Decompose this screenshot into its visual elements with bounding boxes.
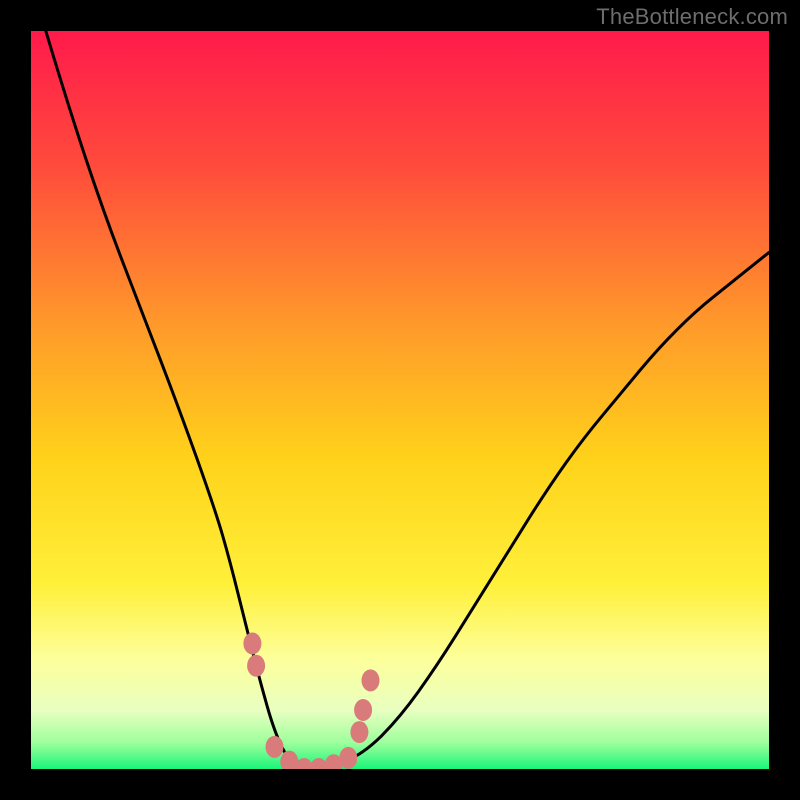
curve-marker bbox=[350, 721, 368, 743]
bottleneck-chart bbox=[31, 31, 769, 769]
curve-marker bbox=[362, 669, 380, 691]
curve-marker bbox=[354, 699, 372, 721]
curve-marker bbox=[339, 747, 357, 769]
gradient-background bbox=[31, 31, 769, 769]
curve-marker bbox=[243, 633, 261, 655]
curve-marker bbox=[247, 655, 265, 677]
watermark-text: TheBottleneck.com bbox=[596, 4, 788, 30]
chart-frame: TheBottleneck.com bbox=[0, 0, 800, 800]
curve-marker bbox=[266, 736, 284, 758]
